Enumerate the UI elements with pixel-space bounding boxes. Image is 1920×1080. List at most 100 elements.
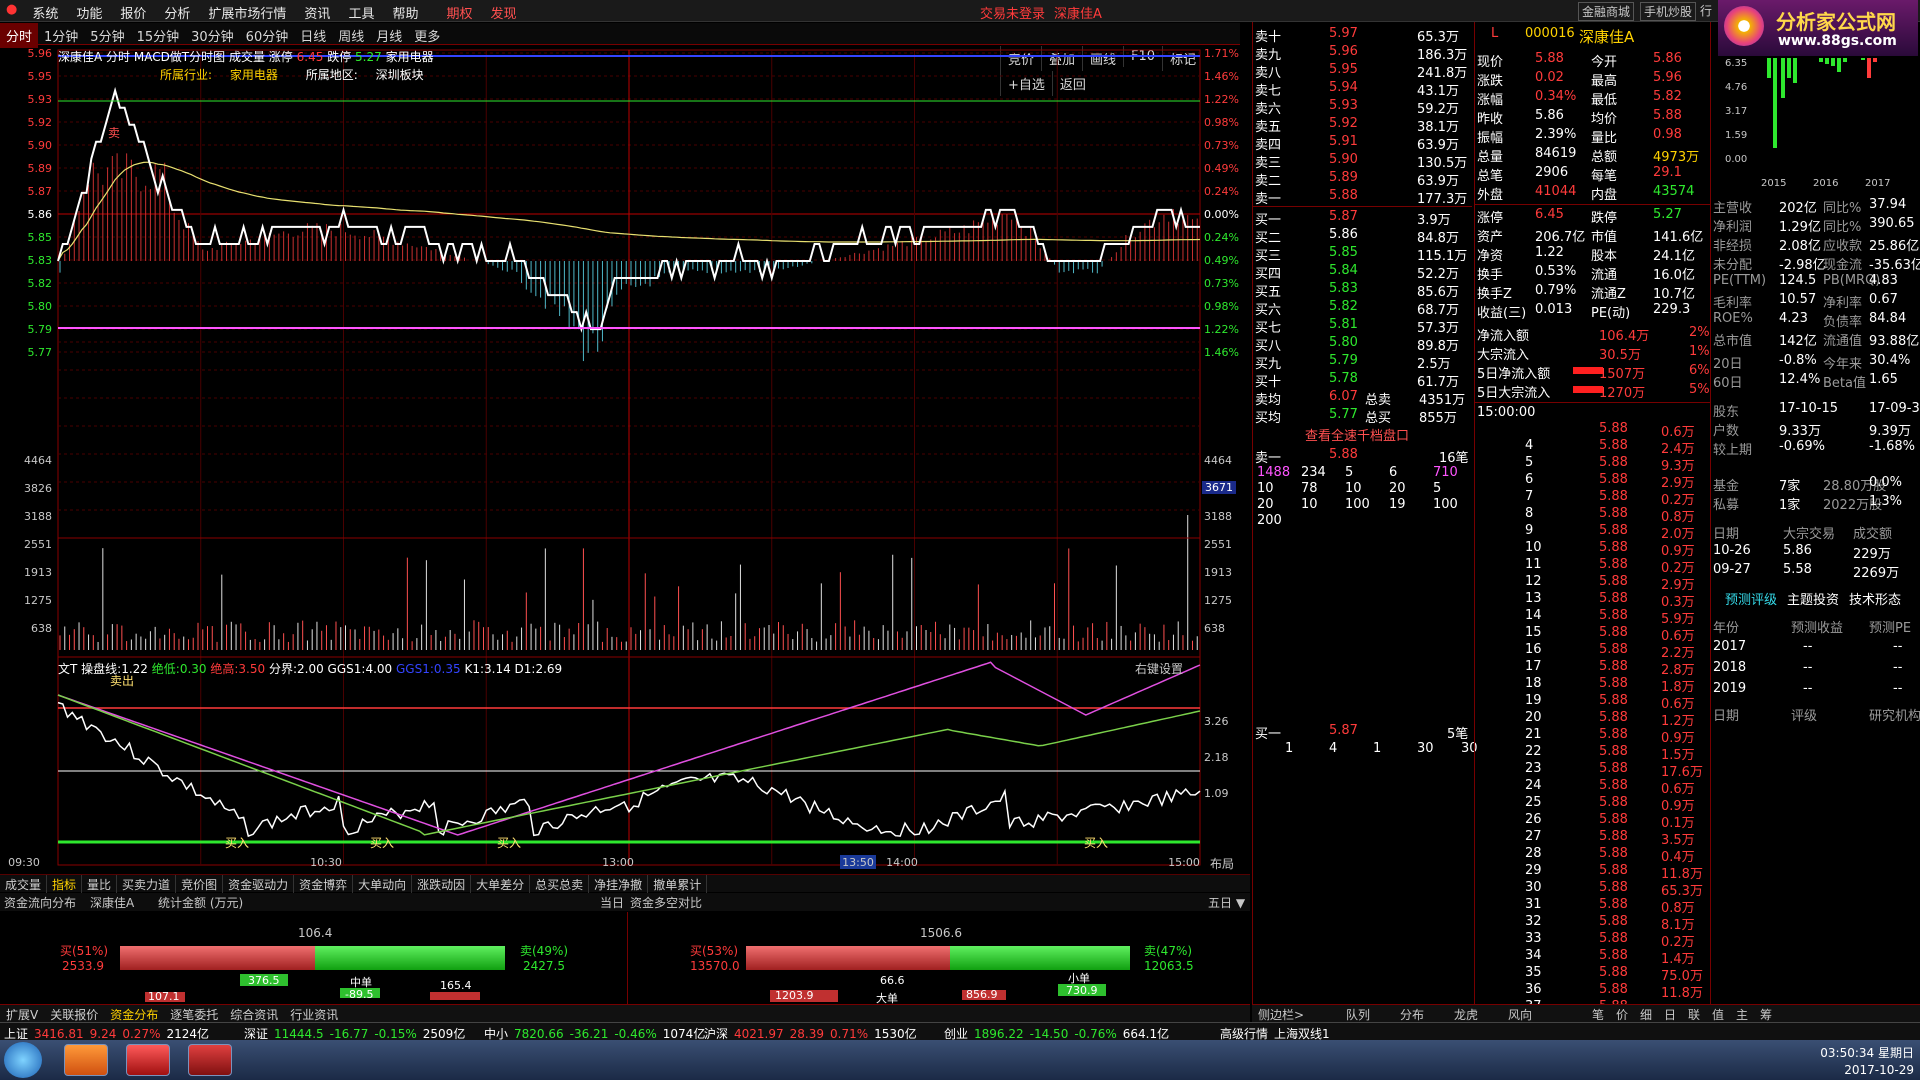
- ind-tab[interactable]: 大单动向: [353, 875, 413, 894]
- fin-row: PE(TTM) 124.5 PB(MRQ) 4.83: [1711, 272, 1920, 290]
- price-tick: 5.87: [28, 185, 53, 198]
- fin-value2: 1.65: [1869, 372, 1898, 387]
- price-tick: 5.95: [28, 70, 53, 83]
- sidebar-tab[interactable]: 笔: [1592, 1006, 1604, 1023]
- industry-value[interactable]: 家用电器: [230, 68, 278, 82]
- right-click-settings[interactable]: 右键设置: [1135, 660, 1183, 677]
- ind-tab[interactable]: 总买总卖: [530, 875, 590, 894]
- trade-status[interactable]: 交易未登录: [980, 3, 1045, 22]
- more-menu-button[interactable]: 行: [1700, 2, 1712, 19]
- sidebar-tab[interactable]: 队列: [1346, 1006, 1370, 1023]
- menu-item-system[interactable]: 系统: [23, 0, 67, 25]
- block-cell: 2269万: [1853, 566, 1900, 581]
- pct-tick: 1.22%: [1204, 323, 1239, 336]
- tick-price: 5.88: [1599, 965, 1628, 980]
- index-field: 2509亿: [422, 1027, 466, 1041]
- fin-value: 9.33万: [1779, 424, 1821, 439]
- menu-item-extended-market[interactable]: 扩展市场行情: [199, 0, 295, 25]
- tick-row: 36 5.88 11.8万: [1475, 981, 1710, 1001]
- ind-tab[interactable]: 涨跌动因: [412, 875, 472, 894]
- price-tick: 5.92: [28, 116, 53, 129]
- ind-name[interactable]: 文T: [58, 662, 77, 676]
- menu-item-quote[interactable]: 报价: [111, 0, 155, 25]
- ind-tab[interactable]: 资金博弈: [294, 875, 354, 894]
- fin-label: 户数: [1713, 424, 1740, 439]
- menu-item-help[interactable]: 帮助: [383, 0, 427, 25]
- sidebar-tab[interactable]: 值: [1712, 1006, 1724, 1023]
- system-clock[interactable]: 03:50:34 星期日 2017-10-29: [1814, 1044, 1914, 1077]
- browser-icon[interactable]: [64, 1044, 108, 1076]
- region-value[interactable]: 深圳板块: [376, 68, 424, 82]
- fin-tab[interactable]: 预测评级: [1725, 589, 1777, 608]
- vol-tick-left: 2551: [24, 538, 52, 551]
- ind-tab[interactable]: 撤单累计: [648, 875, 708, 894]
- menu-item-discover[interactable]: 发现: [481, 0, 525, 25]
- sidebar-tab[interactable]: 日: [1664, 1006, 1676, 1023]
- stock-title-row: L 000016 深康佳A: [1475, 26, 1710, 46]
- bid-row: 买六 5.82 68.7万: [1253, 298, 1472, 318]
- app-logo-icon[interactable]: ●: [0, 0, 23, 19]
- bid-row: 买一 5.87 3.9万: [1253, 208, 1472, 228]
- mobile-trading-button[interactable]: 手机炒股: [1640, 2, 1697, 21]
- stat2-label: 净资: [1477, 249, 1504, 264]
- menu-item-tools[interactable]: 工具: [339, 0, 383, 25]
- ind-tab[interactable]: 买卖力道: [117, 875, 177, 894]
- fin-row: 未分配 -2.98亿 现金流 -35.63亿: [1711, 253, 1920, 273]
- sidebar-tab[interactable]: 龙虎: [1454, 1006, 1478, 1023]
- signal-buy: 买入: [370, 836, 394, 850]
- stat-value: 0.02: [1535, 70, 1564, 85]
- bid-row: 买七 5.81 57.3万: [1253, 316, 1472, 336]
- menu-item-function[interactable]: 功能: [67, 0, 111, 25]
- start-icon[interactable]: [4, 1042, 42, 1078]
- menu-item-options[interactable]: 期权: [437, 0, 481, 25]
- menu-item-analysis[interactable]: 分析: [155, 0, 199, 25]
- finance-mall-button[interactable]: 金融商城: [1578, 2, 1635, 21]
- fin-row: 非经损 2.08亿 应收款 25.86亿: [1711, 234, 1920, 254]
- sidebar-tab[interactable]: 筹: [1760, 1006, 1772, 1023]
- stat2-label2: 流通Z: [1591, 287, 1626, 302]
- price-tick: 5.79: [28, 323, 53, 336]
- ind-tab[interactable]: 资金驱动力: [223, 875, 295, 894]
- fin-tab[interactable]: 技术形态: [1849, 589, 1901, 608]
- sidebar-tab[interactable]: 侧边栏>: [1258, 1006, 1304, 1023]
- flow-period-select[interactable]: 五日 ▼: [1208, 894, 1245, 911]
- sidebar-tab[interactable]: 联: [1688, 1006, 1700, 1023]
- ind-tab[interactable]: 成交量: [0, 875, 48, 894]
- ind-tab[interactable]: 净挂净撤: [589, 875, 649, 894]
- menu-item-info[interactable]: 资讯: [295, 0, 339, 25]
- fund-flow-panel: 106.4 买(51%) 2533.9 卖(49%) 2427.5 376.5 …: [0, 912, 1250, 1005]
- sector-label[interactable]: 家用电器: [386, 50, 434, 64]
- clock-date: 2017-10-29: [1844, 1063, 1914, 1077]
- intraday-chart[interactable]: 5.96 5.95 5.93 5.92 5.90 5.89 5.87 5.86 5.85 5.83…: [0, 45, 1250, 870]
- tick-row: 15 5.88 0.6万: [1475, 624, 1710, 644]
- avg-label: 买均: [1255, 411, 1282, 426]
- ind-tab[interactable]: 竞价图: [176, 875, 224, 894]
- fin-value2: 25.86亿: [1869, 239, 1920, 254]
- sidebar-tab[interactable]: 价: [1616, 1006, 1628, 1023]
- red-app-icon[interactable]: [126, 1044, 170, 1076]
- sidebar-tab[interactable]: 细: [1640, 1006, 1652, 1023]
- sidebar-tab[interactable]: 风向: [1508, 1006, 1532, 1023]
- sidebar-tab[interactable]: 主: [1736, 1006, 1748, 1023]
- eps-bar: [1767, 58, 1771, 78]
- layout-button[interactable]: 布局: [1210, 855, 1234, 872]
- fin-value: 10.57: [1779, 292, 1817, 307]
- price-tick: 5.93: [28, 93, 53, 106]
- stock-app-icon[interactable]: [188, 1044, 232, 1076]
- flow-value: 30.5万: [1599, 348, 1641, 363]
- flow-today-tab[interactable]: 当日: [600, 894, 624, 911]
- time-label: 13:50: [842, 856, 874, 869]
- eps-mini-chart: 6.35 4.76 3.17 1.59 0.00 2015 2016 2017: [1711, 58, 1920, 194]
- tick-price: 5.88: [1599, 914, 1628, 929]
- ind-tab[interactable]: 大单差分: [471, 875, 531, 894]
- block-trade-header: 日期 大宗交易 成交额: [1711, 522, 1920, 542]
- fin-label2: Beta值: [1823, 376, 1866, 391]
- deep-book-link[interactable]: 查看全速千档盘口: [1305, 425, 1409, 444]
- ind-tab[interactable]: 量比: [82, 875, 118, 894]
- fin-tab[interactable]: 主题投资: [1787, 589, 1839, 608]
- stat-row: 涨幅 0.34% 最低 5.82: [1475, 88, 1710, 108]
- sidebar-tab[interactable]: 分布: [1400, 1006, 1424, 1023]
- chart-area[interactable]: 5.96 5.95 5.93 5.92 5.90 5.89 5.87 5.86 5.85 5.83…: [0, 45, 1250, 872]
- ind-tab[interactable]: 指标: [47, 875, 83, 894]
- price-tick: 5.83: [28, 254, 53, 267]
